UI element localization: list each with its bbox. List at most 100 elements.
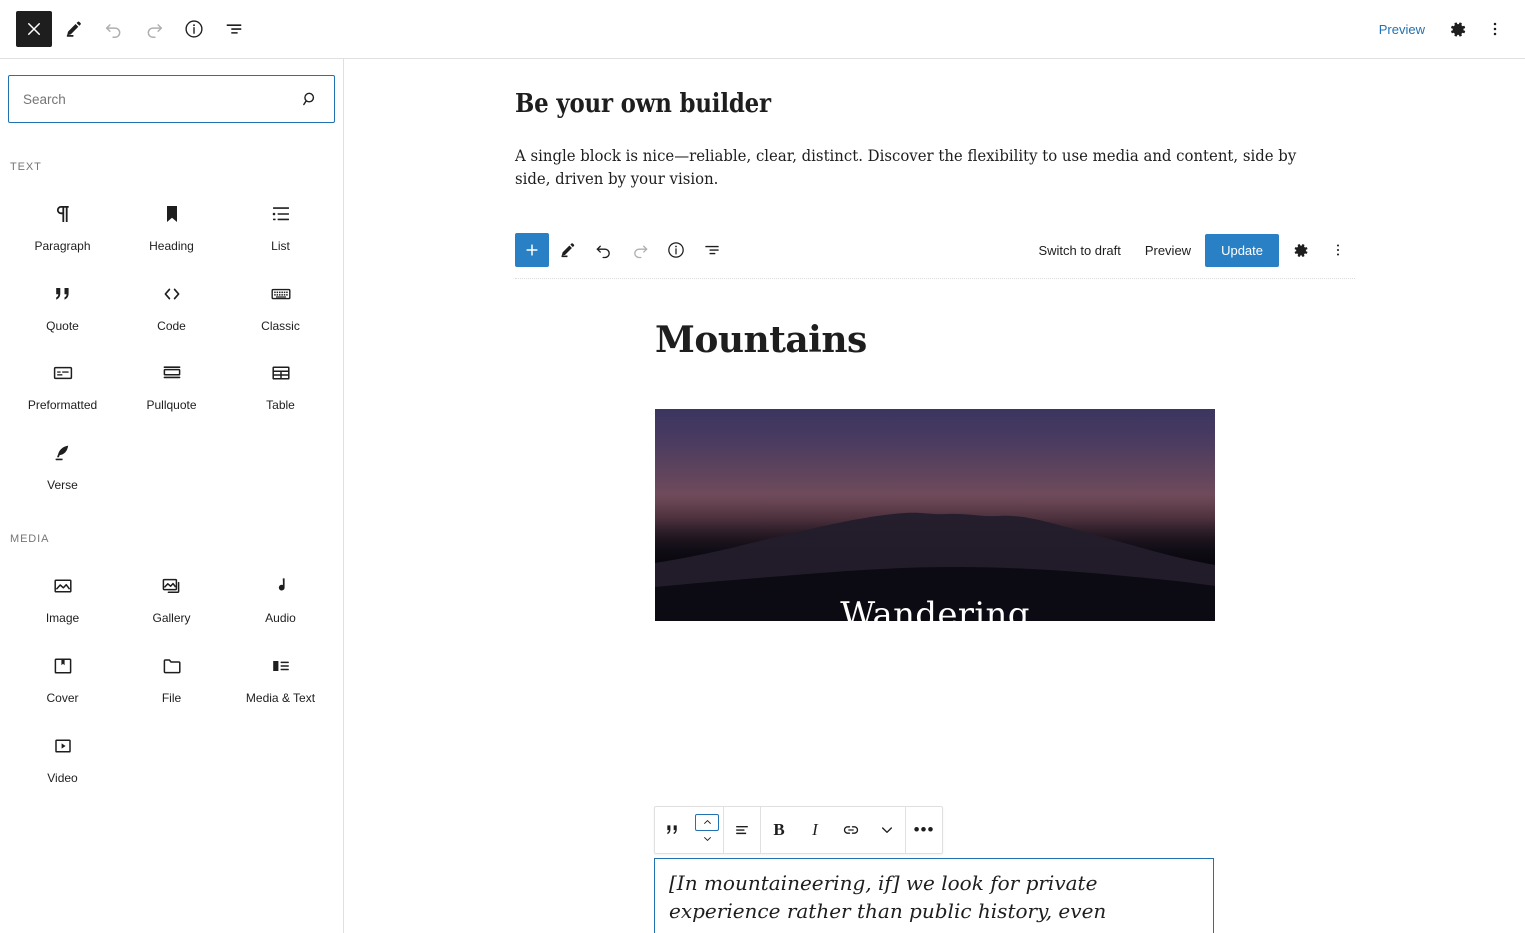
link-icon[interactable] [833, 807, 869, 853]
chevron-down-icon[interactable] [869, 807, 905, 853]
close-icon[interactable] [16, 11, 52, 47]
undo-icon[interactable] [587, 233, 621, 267]
block-item-list[interactable]: List [226, 185, 335, 265]
cover-block-text: Wandering [840, 594, 1030, 621]
align-icon[interactable] [724, 807, 760, 853]
block-grid-media: Image Gallery Audio Cover File Media & T… [0, 557, 343, 796]
editor-canvas: Be your own builder A single block is ni… [345, 59, 1525, 933]
block-item-heading[interactable]: Heading [117, 185, 226, 265]
undo-icon[interactable] [96, 11, 132, 47]
list-view-icon[interactable] [695, 233, 729, 267]
block-item-audio[interactable]: Audio [226, 557, 335, 637]
block-label: Pullquote [146, 398, 197, 413]
search-box[interactable] [8, 75, 335, 123]
quote-block-text[interactable]: [In mountaineering, if] we look for priv… [669, 869, 1199, 926]
block-grid-text: Paragraph Heading List Quote Code Classi… [0, 185, 343, 503]
block-item-table[interactable]: Table [226, 344, 335, 424]
list-view-icon[interactable] [216, 11, 252, 47]
redo-icon[interactable] [623, 233, 657, 267]
block-label: Paragraph [34, 239, 91, 253]
top-toolbar: Preview [0, 0, 1525, 59]
gear-icon[interactable] [1439, 11, 1475, 47]
gear-icon[interactable] [1283, 233, 1317, 267]
cover-block[interactable]: Wandering [655, 408, 1215, 621]
preview-button[interactable]: Preview [1367, 16, 1437, 43]
block-toolbar-group-align [724, 807, 761, 853]
block-label: Classic [261, 318, 300, 333]
block-mover[interactable] [691, 807, 723, 853]
block-item-classic[interactable]: Classic [226, 265, 335, 345]
block-inserter-sidebar: TEXT Paragraph Heading [0, 59, 344, 933]
document-body: Be your own builder A single block is ni… [345, 59, 1525, 621]
block-item-code[interactable]: Code [117, 265, 226, 345]
ellipsis-vertical-icon[interactable] [1321, 233, 1355, 267]
quote-icon[interactable] [655, 807, 691, 853]
block-item-quote[interactable]: Quote [8, 265, 117, 345]
block-toolbar: B I ••• [654, 806, 943, 854]
update-button[interactable]: Update [1205, 233, 1279, 267]
chevron-up-icon[interactable] [695, 813, 719, 831]
quote-block-selected[interactable]: [In mountaineering, if] we look for priv… [654, 858, 1214, 933]
block-options-button[interactable]: ••• [906, 807, 942, 853]
inner-post-title: Mountains [655, 318, 867, 361]
bold-button[interactable]: B [761, 807, 797, 853]
page-title: Be your own builder [515, 89, 771, 119]
chevron-down-icon[interactable] [695, 831, 719, 847]
block-item-cover[interactable]: Cover [8, 637, 117, 717]
block-item-video[interactable]: Video [8, 717, 117, 797]
block-label: Gallery [152, 611, 191, 626]
file-icon [160, 653, 184, 679]
block-label: List [271, 239, 290, 253]
info-icon[interactable] [176, 11, 212, 47]
plus-icon[interactable] [515, 233, 549, 268]
embedded-preview-button[interactable]: Preview [1135, 235, 1201, 266]
page-paragraph: A single block is nice—reliable, clear, … [515, 147, 1297, 188]
paragraph-icon [51, 201, 75, 227]
quote-icon [51, 281, 75, 307]
pullquote-icon [160, 360, 184, 386]
inner-post-preview: Mountains Wandering [515, 279, 1355, 621]
heading-icon [160, 201, 184, 227]
video-icon [51, 733, 75, 759]
search-container [0, 59, 343, 123]
block-label: Cover [46, 690, 79, 705]
block-label: Audio [265, 611, 296, 626]
search-input[interactable] [23, 91, 300, 107]
switch-to-draft-button[interactable]: Switch to draft [1028, 235, 1130, 266]
ellipsis-vertical-icon[interactable] [1477, 11, 1513, 47]
embedded-editor-preview: Switch to draft Preview Update Mountains… [515, 223, 1355, 621]
block-label: Code [157, 318, 186, 333]
block-label: Video [47, 770, 78, 785]
block-item-image[interactable]: Image [8, 557, 117, 637]
block-label: Heading [149, 239, 194, 253]
gallery-icon [160, 573, 184, 599]
block-item-pullquote[interactable]: Pullquote [117, 344, 226, 424]
editor-app: Preview Search TEXT Paragraph Heading Li… [0, 0, 1525, 933]
top-toolbar-left-group [0, 11, 252, 47]
block-label: Media & Text [245, 690, 316, 705]
pencil-icon[interactable] [551, 233, 585, 267]
image-icon [51, 573, 75, 599]
italic-button[interactable]: I [797, 807, 833, 853]
block-item-verse[interactable]: Verse [8, 424, 117, 504]
block-label: Image [45, 611, 80, 626]
category-label-media: MEDIA [10, 533, 50, 546]
block-item-media-text[interactable]: Media & Text [226, 637, 335, 717]
table-icon [269, 360, 293, 386]
block-label: Table [266, 398, 295, 413]
redo-icon[interactable] [136, 11, 172, 47]
search-icon [300, 89, 320, 109]
block-label: Quote [46, 318, 79, 333]
block-item-paragraph[interactable]: Paragraph [8, 185, 117, 265]
list-icon [269, 201, 293, 227]
pencil-icon[interactable] [56, 11, 92, 47]
block-item-gallery[interactable]: Gallery [117, 557, 226, 637]
media-text-icon [269, 653, 293, 679]
block-item-preformatted[interactable]: Preformatted [8, 344, 117, 424]
embedded-toolbar-right: Switch to draft Preview Update [1028, 233, 1355, 267]
classic-icon [269, 281, 293, 307]
info-icon[interactable] [659, 233, 693, 267]
block-label: Verse [47, 477, 78, 492]
cover-icon [51, 653, 75, 679]
block-item-file[interactable]: File [117, 637, 226, 717]
